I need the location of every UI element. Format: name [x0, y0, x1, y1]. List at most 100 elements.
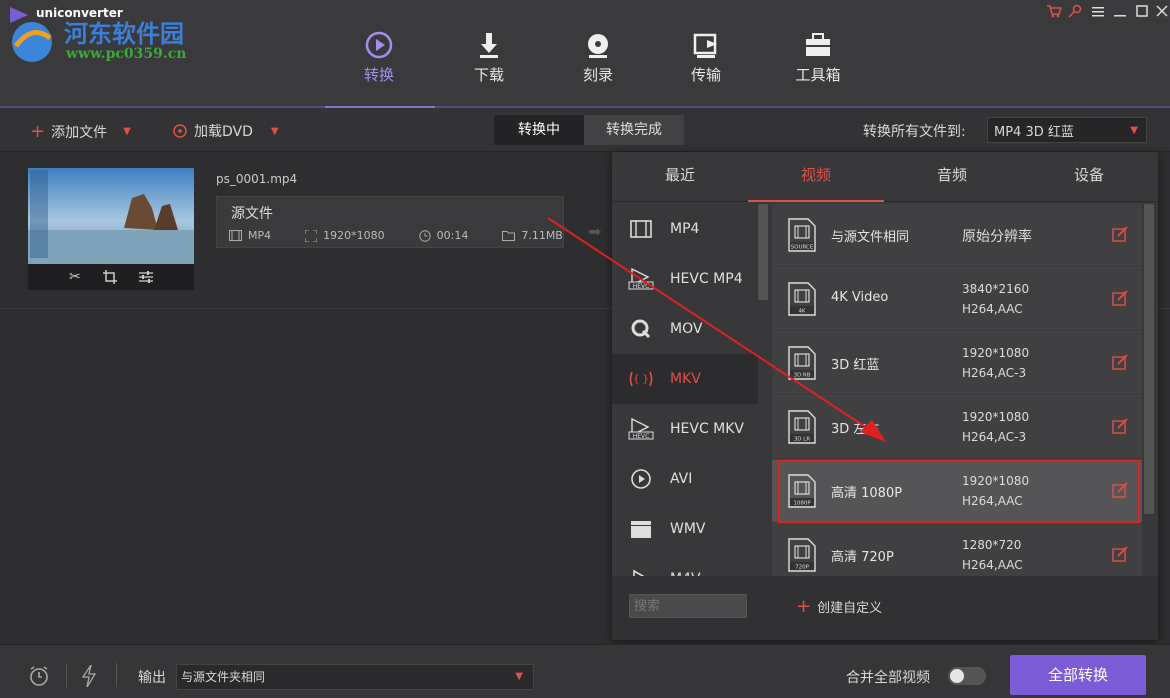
- add-file-button[interactable]: + 添加文件 ▼: [30, 121, 131, 142]
- format-item-hevc-mkv[interactable]: HEVC HEVC MKV: [612, 404, 758, 454]
- preset-name: 与源文件相同: [831, 230, 910, 245]
- tab-converting[interactable]: 转换中: [494, 115, 584, 145]
- format-item-avi[interactable]: AVI: [612, 454, 758, 504]
- nav-convert[interactable]: 转换: [339, 30, 419, 90]
- folder-icon: [502, 231, 516, 241]
- chevron-down-icon[interactable]: ▼: [123, 126, 131, 137]
- bottom-bar: 输出 与源文件夹相同 ▼ 合并全部视频 全部转换: [0, 644, 1170, 698]
- nav-burn[interactable]: 刻录: [558, 30, 638, 90]
- settings-sliders-icon[interactable]: [138, 270, 153, 284]
- edit-icon[interactable]: [1112, 546, 1128, 566]
- svg-text:4K: 4K: [798, 309, 805, 315]
- preset-codec: H264,AC-3: [962, 366, 1027, 380]
- mkv-icon: { }: [612, 368, 670, 390]
- tab-done[interactable]: 转换完成: [584, 115, 684, 145]
- format-item-mp4[interactable]: MP4: [612, 204, 758, 254]
- format-item-wmv[interactable]: WMV: [612, 504, 758, 554]
- close-icon[interactable]: [1156, 2, 1168, 21]
- preset-list-scrollbar[interactable]: [1144, 204, 1154, 514]
- preset-resolution: 1280*720: [962, 538, 1022, 552]
- svg-text:SOURCE: SOURCE: [791, 245, 814, 251]
- video-file-icon: SOURCE: [788, 218, 816, 256]
- format-label: MKV: [670, 371, 701, 387]
- minimize-icon[interactable]: [1114, 3, 1126, 22]
- video-file-icon: 3D RB: [788, 346, 816, 384]
- tab-audio[interactable]: 音频: [884, 152, 1020, 202]
- chevron-down-icon[interactable]: ▼: [271, 126, 279, 137]
- format-label: MP4: [670, 221, 700, 237]
- preset-item[interactable]: SOURCE 与源文件相同 原始分辨率: [772, 204, 1142, 267]
- selection-highlight-box: [778, 460, 1140, 523]
- nav-download[interactable]: 下载: [449, 30, 529, 90]
- svg-text:720P: 720P: [795, 565, 809, 571]
- format-label: AVI: [670, 471, 693, 487]
- cart-icon[interactable]: [1046, 3, 1063, 22]
- edit-icon[interactable]: [1112, 290, 1128, 310]
- load-dvd-button[interactable]: 加载DVD ▼: [172, 121, 279, 141]
- preset-item[interactable]: 3D LR 3D 左右 1920*1080 H264,AC-3: [772, 396, 1142, 459]
- video-thumbnail[interactable]: ✂: [28, 168, 194, 290]
- format-panel: 最近 视频 音频 设备 MP4 HEVC HEVC MP4 MOV { } MKV HEVC…: [612, 152, 1158, 640]
- source-size: 7.11MB: [521, 229, 563, 242]
- file-name: ps_0001.mp4: [216, 172, 298, 186]
- maximize-icon[interactable]: [1136, 2, 1148, 21]
- panel-footer: + 创建自定义: [612, 576, 1158, 640]
- nav-transfer[interactable]: 传输: [666, 30, 746, 90]
- convert-all-button[interactable]: 全部转换: [1010, 655, 1146, 695]
- thumbnail-image: [28, 168, 194, 264]
- lightning-icon[interactable]: [82, 665, 96, 687]
- format-list-scrollbar[interactable]: [758, 204, 768, 300]
- preset-codec: H264,AC-3: [962, 430, 1027, 444]
- preset-name: 3D 红蓝: [831, 358, 880, 373]
- quicktime-icon: [612, 318, 670, 340]
- output-select[interactable]: 与源文件夹相同 ▼: [176, 664, 534, 690]
- preset-item[interactable]: 4K 4K Video 3840*2160 H264,AAC: [772, 268, 1142, 331]
- edit-icon[interactable]: [1112, 354, 1128, 374]
- key-icon[interactable]: [1068, 3, 1082, 22]
- preset-name: 4K Video: [831, 290, 889, 305]
- tab-device[interactable]: 设备: [1020, 152, 1158, 202]
- tab-video[interactable]: 视频: [748, 152, 884, 202]
- preset-item[interactable]: 3D RB 3D 红蓝 1920*1080 H264,AC-3: [772, 332, 1142, 395]
- plus-icon: +: [30, 121, 46, 142]
- disc-icon: [173, 124, 187, 138]
- play-circle-icon: [612, 468, 670, 490]
- toolbox-icon: [806, 33, 830, 56]
- menu-icon[interactable]: [1092, 3, 1104, 22]
- format-item-m4v[interactable]: M4V: [612, 554, 758, 576]
- preset-item[interactable]: 720P 高清 720P 1280*720 H264,AAC: [772, 524, 1142, 576]
- preset-codec: H264,AAC: [962, 558, 1023, 572]
- scissors-icon[interactable]: ✂: [69, 269, 81, 285]
- edit-icon[interactable]: [1112, 226, 1128, 246]
- convert-all-select[interactable]: MP4 3D 红蓝 ▼: [987, 117, 1147, 143]
- nav-toolbox[interactable]: 工具箱: [778, 30, 858, 90]
- source-info-box[interactable]: 源文件 MP4 1920*1080 00:14 7.11MB: [216, 196, 564, 248]
- format-tabs: 最近 视频 音频 设备: [612, 152, 1158, 202]
- format-item-mkv[interactable]: { } MKV: [612, 354, 758, 404]
- preset-name: 3D 左右: [831, 422, 880, 437]
- format-item-hevc-mp4[interactable]: HEVC HEVC MP4: [612, 254, 758, 304]
- preset-codec: H264,AAC: [962, 302, 1023, 316]
- create-custom-button[interactable]: + 创建自定义: [796, 596, 882, 617]
- preset-resolution: 1920*1080: [962, 410, 1030, 424]
- crop-icon[interactable]: [102, 270, 117, 284]
- arrow-right-icon: ➡: [588, 222, 602, 241]
- film-icon: [229, 230, 242, 241]
- tab-recent[interactable]: 最近: [612, 152, 748, 202]
- format-label: HEVC MP4: [670, 271, 743, 287]
- toolbar: + 添加文件 ▼ 加载DVD ▼ 转换中 转换完成 转换所有文件到: MP4 3…: [0, 108, 1170, 152]
- app-window: uniconverter 河东软件园 www.pc0359.cn 转换 下载 刻…: [0, 0, 1170, 698]
- merge-label: 合并全部视频: [846, 670, 930, 686]
- format-label: MOV: [670, 321, 703, 337]
- preset-item[interactable]: 1080P 高清 1080P 1920*1080 H264,AAC: [772, 460, 1142, 523]
- chevron-down-icon: ▼: [515, 671, 523, 682]
- alarm-clock-icon[interactable]: [28, 665, 50, 687]
- format-item-mov[interactable]: MOV: [612, 304, 758, 354]
- preset-list: SOURCE 与源文件相同 原始分辨率 4K 4K Video 3840*2160 H264…: [772, 204, 1142, 576]
- top-bar: uniconverter 河东软件园 www.pc0359.cn 转换 下载 刻…: [0, 0, 1170, 108]
- search-input[interactable]: [629, 594, 747, 618]
- merge-toggle[interactable]: [948, 667, 986, 685]
- edit-icon[interactable]: [1112, 418, 1128, 438]
- transfer-icon: [693, 33, 717, 58]
- output-label: 输出: [138, 670, 166, 686]
